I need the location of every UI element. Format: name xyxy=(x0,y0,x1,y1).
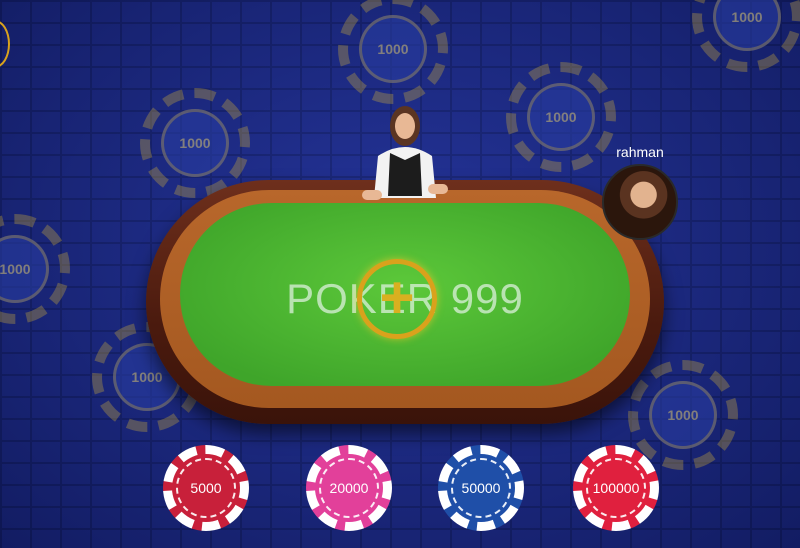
background-chip-label: 1000 xyxy=(0,235,49,303)
bet-chip-5000[interactable]: 5000 xyxy=(163,445,249,531)
chip-value: 100000 xyxy=(586,458,646,518)
chip-value: 50000 xyxy=(451,458,511,518)
player-name: rahman xyxy=(616,144,664,160)
background-chip-label: 1000 xyxy=(161,109,229,177)
chip-value: 5000 xyxy=(176,458,236,518)
background-chip: 1000 xyxy=(140,88,250,198)
plus-icon[interactable]: + xyxy=(372,258,422,338)
chip-value: 20000 xyxy=(319,458,379,518)
dealer-avatar xyxy=(362,106,448,200)
background-chip-label: 1000 xyxy=(527,83,595,151)
background-chip-label: 1000 xyxy=(649,381,717,449)
bet-chip-100000[interactable]: 100000 xyxy=(573,445,659,531)
background-chip: 1000 xyxy=(628,360,738,470)
background-chip-label: 1000 xyxy=(359,15,427,83)
bet-chip-20000[interactable]: 20000 xyxy=(306,445,392,531)
player-avatar[interactable] xyxy=(602,164,678,240)
background-chip-label: 1000 xyxy=(713,0,781,51)
bet-chip-50000[interactable]: 50000 xyxy=(438,445,524,531)
player-seat[interactable]: rahman xyxy=(600,144,680,240)
